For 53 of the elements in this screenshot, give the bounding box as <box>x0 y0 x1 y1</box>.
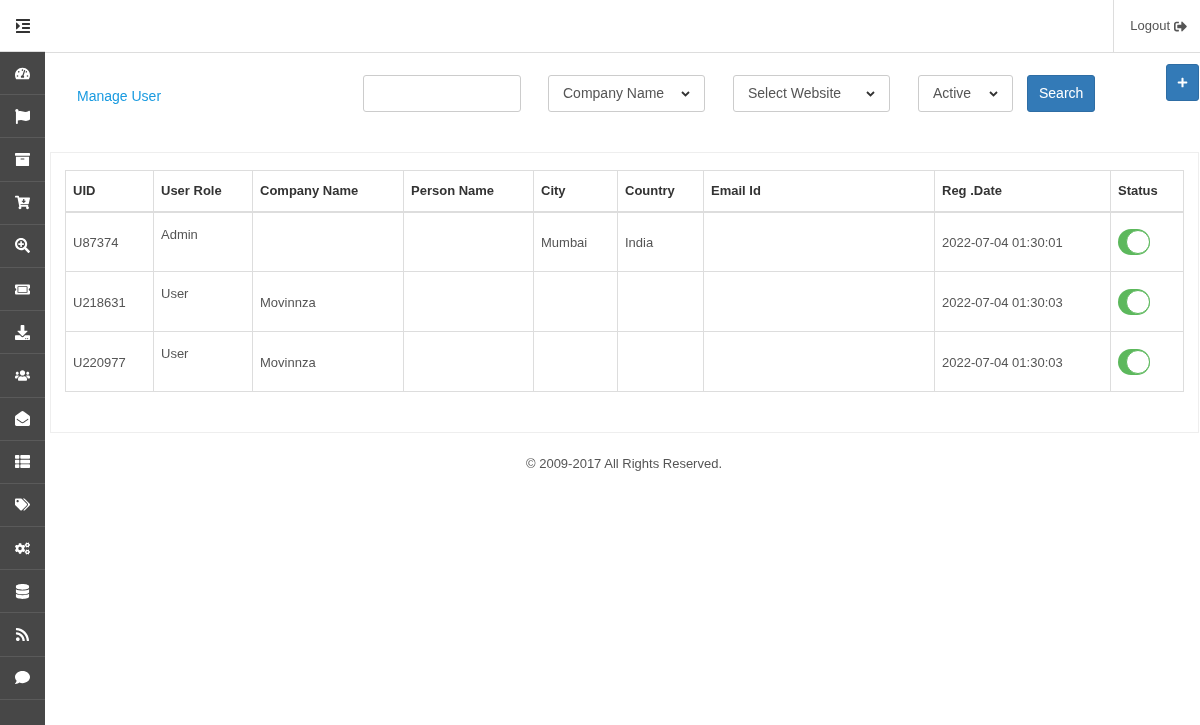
logout-link[interactable]: Logout <box>1130 16 1187 36</box>
column-header: Status <box>1110 170 1184 212</box>
tags-icon <box>15 497 30 513</box>
column-header: Email Id <box>703 170 935 212</box>
chat-bubble-icon <box>15 670 30 686</box>
status-toggle[interactable] <box>1118 348 1150 375</box>
table-cell: User <box>153 271 253 332</box>
column-header: User Role <box>153 170 253 212</box>
table-cell: Admin <box>153 211 253 272</box>
table-cell: Movinnza <box>252 271 404 332</box>
column-header: Reg .Date <box>934 170 1111 212</box>
search-button[interactable]: Search <box>1027 75 1096 112</box>
table-cell: U87374 <box>65 211 154 272</box>
table-cell: 2022-07-04 01:30:01 <box>934 211 1111 272</box>
menu-icon <box>14 17 31 34</box>
add-button[interactable] <box>1166 64 1199 101</box>
filter-dropdown[interactable]: Select Website <box>733 75 890 112</box>
cart-icon <box>15 195 30 211</box>
column-header: Person Name <box>403 170 534 212</box>
envelope-icon <box>15 411 30 427</box>
download-icon <box>15 324 30 340</box>
chevron-down-icon <box>866 90 875 97</box>
gears-icon <box>15 540 30 556</box>
column-header: Country <box>617 170 704 212</box>
status-toggle[interactable] <box>1118 288 1150 315</box>
status-toggle[interactable] <box>1118 228 1150 255</box>
chevron-down-icon <box>681 90 690 97</box>
table-cell: User <box>153 331 253 392</box>
list-icon <box>15 454 30 470</box>
plus-icon <box>1177 77 1188 88</box>
column-header: City <box>533 170 618 212</box>
dashboard-icon <box>15 65 30 81</box>
rss-icon <box>15 627 30 643</box>
table-cell: U220977 <box>65 331 154 392</box>
logout-icon <box>1174 19 1187 33</box>
zoom-in-icon <box>15 238 30 254</box>
table-cell: India <box>617 211 704 272</box>
table-cell: Movinnza <box>252 331 404 392</box>
search-field[interactable] <box>363 75 521 112</box>
filter-dropdown[interactable]: Company Name <box>548 75 705 112</box>
flag-icon <box>15 108 30 124</box>
copyright-text: © 2009-2017 All Rights Reserved. <box>525 455 723 473</box>
users-icon <box>15 367 30 383</box>
column-header: UID <box>65 170 154 212</box>
table-cell: 2022-07-04 01:30:03 <box>934 271 1111 332</box>
filter-dropdown[interactable]: Active <box>918 75 1013 112</box>
archive-box-icon <box>15 151 30 167</box>
database-icon <box>15 583 30 599</box>
table-cell: 2022-07-04 01:30:03 <box>934 331 1111 392</box>
table-cell: Mumbai <box>533 211 618 272</box>
column-header: Company Name <box>252 170 404 212</box>
table-cell: U218631 <box>65 271 154 332</box>
chevron-down-icon <box>989 90 998 97</box>
